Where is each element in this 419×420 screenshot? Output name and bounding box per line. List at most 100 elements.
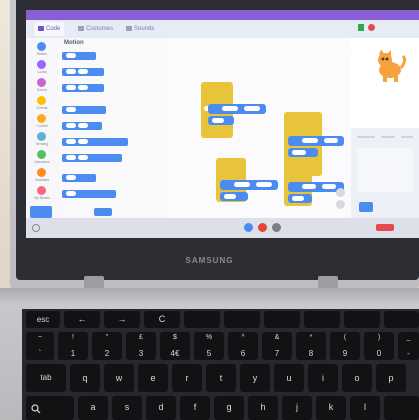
key-o[interactable]: o <box>342 364 372 392</box>
key-h[interactable]: h <box>248 396 278 420</box>
category-looks-label: Looks <box>37 70 47 74</box>
category-motion-label: Motion <box>36 52 48 56</box>
key-volume-down[interactable] <box>384 311 419 328</box>
key-refresh[interactable]: C <box>144 311 180 328</box>
keyboard: esc ← → C ~ ` ! 1 " 2 £3 $4€ % 5 ^ 6 & 7 * 8 (9… <box>22 309 419 420</box>
key-6[interactable]: ^ 6 <box>228 332 258 360</box>
key-fullscreen[interactable] <box>184 311 220 328</box>
sprite-list <box>357 148 413 192</box>
key-semicolon[interactable] <box>384 396 419 420</box>
chromeos-shelf <box>26 218 419 238</box>
key-u[interactable]: u <box>274 364 304 392</box>
category-control[interactable] <box>37 114 46 123</box>
status-button[interactable] <box>376 224 394 231</box>
category-events-label: Events <box>36 106 48 110</box>
key-esc[interactable]: esc <box>26 311 60 328</box>
palette-block[interactable] <box>62 190 116 198</box>
key-g[interactable]: g <box>214 396 244 420</box>
key-back[interactable]: ← <box>64 311 100 328</box>
key-overview[interactable] <box>224 311 260 328</box>
script-block[interactable] <box>288 148 318 157</box>
category-events[interactable] <box>37 96 46 105</box>
key-tab[interactable]: tab <box>26 364 66 392</box>
key-y[interactable]: y <box>240 364 270 392</box>
key-mute[interactable] <box>344 311 380 328</box>
key-5[interactable]: % 5 <box>194 332 224 360</box>
palette-block[interactable] <box>62 154 122 162</box>
palette-block[interactable] <box>62 68 104 76</box>
script-block[interactable] <box>208 116 234 125</box>
search-icon <box>31 404 41 414</box>
category-looks[interactable] <box>37 60 46 69</box>
key-w[interactable]: w <box>104 364 134 392</box>
key-backtick[interactable]: ~ ` <box>26 332 54 360</box>
key-f[interactable]: f <box>180 396 210 420</box>
tab-sounds[interactable]: Sounds <box>122 22 158 36</box>
tab-costumes[interactable]: Costumes <box>74 22 117 36</box>
launcher-icon[interactable] <box>32 224 40 232</box>
key-k[interactable]: k <box>316 396 346 420</box>
script-block[interactable] <box>220 192 248 201</box>
extensions-button[interactable] <box>30 206 52 218</box>
chrome-icon[interactable] <box>258 223 267 232</box>
key-2[interactable]: " 2 <box>92 332 122 360</box>
category-motion[interactable] <box>37 42 46 51</box>
key-d[interactable]: d <box>146 396 176 420</box>
tab-code[interactable]: Code <box>34 22 65 36</box>
key-brightness-up[interactable] <box>304 311 340 328</box>
key-e[interactable]: e <box>138 364 168 392</box>
key-forward[interactable]: → <box>104 311 140 328</box>
category-variables[interactable] <box>37 168 46 177</box>
key-8[interactable]: * 8 <box>296 332 326 360</box>
key-3[interactable]: £3 <box>126 332 156 360</box>
key-1[interactable]: ! 1 <box>58 332 88 360</box>
key-search[interactable] <box>26 396 74 420</box>
key-brightness-down[interactable] <box>264 311 300 328</box>
key-s[interactable]: s <box>112 396 142 420</box>
stage[interactable] <box>351 38 419 128</box>
key-9[interactable]: (9 <box>330 332 360 360</box>
script-block[interactable] <box>208 104 266 114</box>
brush-icon <box>78 25 84 31</box>
zoom-in-button[interactable] <box>336 188 345 197</box>
palette-block[interactable] <box>62 106 106 114</box>
app-icon[interactable] <box>272 223 281 232</box>
key-j[interactable]: j <box>282 396 312 420</box>
key-q[interactable]: q <box>70 364 100 392</box>
category-operators[interactable] <box>37 150 46 159</box>
key-r[interactable]: r <box>172 364 202 392</box>
palette-block[interactable] <box>62 122 102 130</box>
brand-logo: SAMSUNG <box>185 256 234 265</box>
key-l[interactable]: l <box>350 396 380 420</box>
block-palette: Motion <box>58 38 168 218</box>
category-variables-label: Variables <box>34 178 50 182</box>
palette-block[interactable] <box>62 174 96 182</box>
palette-block[interactable] <box>62 138 128 146</box>
key-0[interactable]: ) 0 <box>364 332 394 360</box>
choose-sprite-button[interactable] <box>359 202 373 212</box>
scratch-menu-bar <box>26 10 419 20</box>
category-my-blocks[interactable] <box>37 186 46 195</box>
zoom-out-button[interactable] <box>336 200 345 209</box>
key-7[interactable]: & 7 <box>262 332 292 360</box>
palette-block[interactable] <box>62 52 96 60</box>
stop-icon[interactable] <box>368 24 375 31</box>
key-4[interactable]: $4€ <box>160 332 190 360</box>
cat-sprite-icon <box>378 50 407 82</box>
script-block[interactable] <box>288 136 344 146</box>
palette-block[interactable] <box>94 208 112 216</box>
script-block[interactable] <box>220 180 278 190</box>
key-p[interactable]: p <box>376 364 406 392</box>
green-flag-icon[interactable] <box>358 24 364 31</box>
key-t[interactable]: t <box>206 364 236 392</box>
category-sound-label: Sound <box>36 88 48 92</box>
script-block[interactable] <box>288 194 312 203</box>
key-minus[interactable]: _ - <box>398 332 419 360</box>
key-a[interactable]: a <box>78 396 108 420</box>
category-sensing[interactable] <box>37 132 46 141</box>
files-icon[interactable] <box>244 223 253 232</box>
category-sound[interactable] <box>37 78 46 87</box>
palette-block[interactable] <box>62 84 104 92</box>
category-control-label: Control <box>36 124 48 128</box>
key-i[interactable]: i <box>308 364 338 392</box>
